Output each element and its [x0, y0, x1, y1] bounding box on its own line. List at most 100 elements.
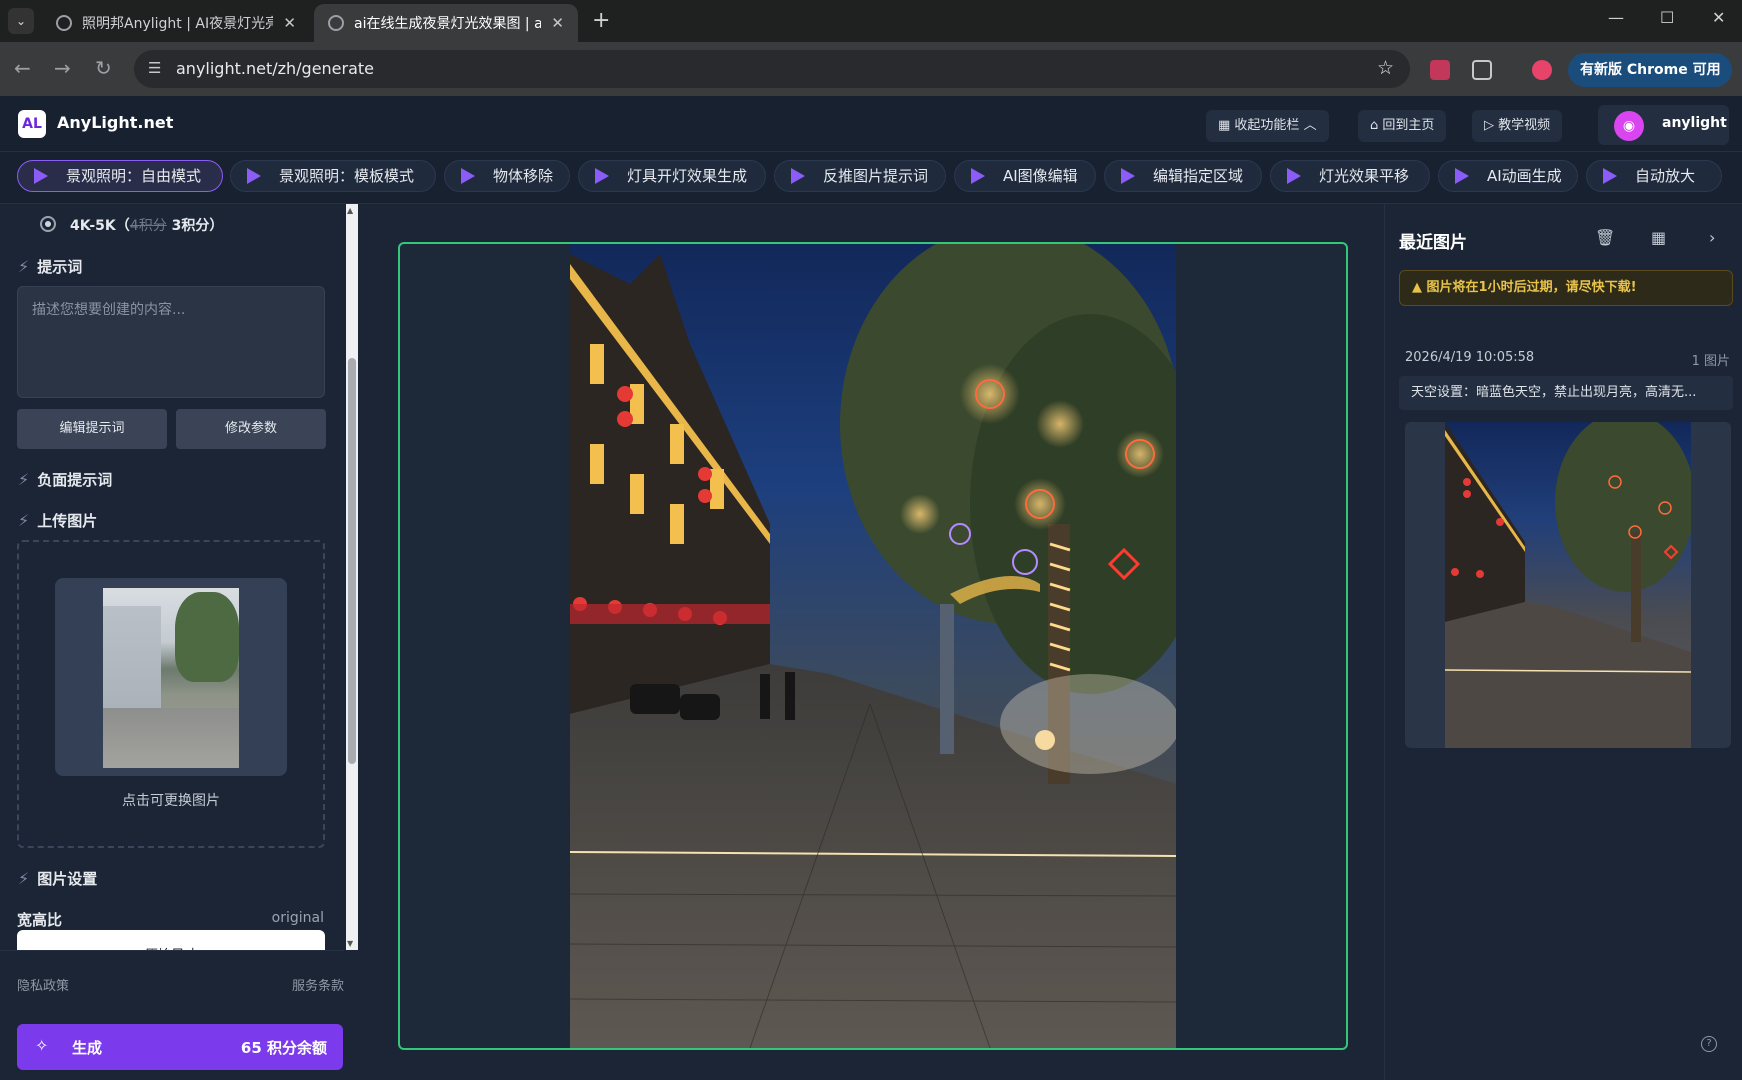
aspect-ratio-label: 宽高比: [17, 911, 63, 929]
play-icon: [791, 168, 805, 184]
tab-title: ai在线生成夜景灯光效果图 | ai: [354, 16, 542, 32]
mode-reverse-prompt[interactable]: 反推图片提示词: [774, 160, 946, 192]
chrome-update-label: 有新版 Chrome 可用: [1580, 62, 1721, 78]
bookmark-star-icon[interactable]: ☆: [1377, 57, 1394, 79]
avatar: ◉: [1614, 111, 1644, 141]
mode-light-shift[interactable]: 灯光效果平移: [1270, 160, 1430, 192]
mode-label: 编辑指定区域: [1153, 167, 1244, 185]
collapse-label: 收起功能栏: [1234, 118, 1300, 133]
sidebar-scroll-area[interactable]: 4K-5K（4积分 3积分） ⚡ 提示词 描述您想要创建的内容... 编辑提示词 …: [0, 204, 344, 950]
close-tab-icon[interactable]: ✕: [283, 14, 296, 32]
trash-icon[interactable]: 🗑: [1595, 228, 1615, 247]
logo-icon[interactable]: AL: [18, 110, 46, 138]
play-icon: [1287, 168, 1301, 184]
reload-icon[interactable]: ↻: [95, 56, 112, 80]
chevron-right-icon[interactable]: ›: [1709, 228, 1715, 247]
prompt-heading: ⚡ 提示词: [18, 256, 82, 277]
browser-tab-1[interactable]: 照明邦Anylight | AI夜景灯光亮 ✕: [42, 4, 310, 42]
negative-prompt-heading[interactable]: ⚡ 负面提示词: [18, 469, 112, 490]
image-upload-area[interactable]: 点击可更换图片: [17, 540, 325, 848]
scroll-down-icon[interactable]: ▼: [347, 939, 353, 948]
app-header: AL AnyLight.net ▦ 收起功能栏 ︿ ⌂ 回到主页 ▷ 教学视频 …: [0, 96, 1742, 152]
help-icon[interactable]: ?: [1701, 1036, 1717, 1052]
history-thumbnail-image: [1445, 422, 1691, 748]
mode-label: 灯具开灯效果生成: [627, 167, 748, 185]
warning-text: 图片将在1小时后过期，请尽快下载!: [1426, 280, 1637, 295]
resolution-option[interactable]: 4K-5K（4积分 3积分）: [70, 215, 223, 235]
mode-ai-edit[interactable]: AI图像编辑: [954, 160, 1096, 192]
user-menu[interactable]: ◉ anylight: [1598, 105, 1729, 145]
globe-icon: [56, 15, 72, 31]
mode-label: 反推图片提示词: [823, 167, 929, 185]
prompt-placeholder: 描述您想要创建的内容...: [32, 302, 186, 318]
upload-caption: 点击可更换图片: [122, 793, 220, 809]
back-icon[interactable]: ←: [14, 56, 31, 80]
extension-icon[interactable]: [1430, 60, 1450, 80]
tab-search-icon[interactable]: ⌄: [8, 8, 34, 34]
photo-road: [103, 708, 239, 768]
close-tab-icon[interactable]: ✕: [551, 14, 564, 32]
upload-title: 上传图片: [37, 512, 98, 530]
tutorial-button[interactable]: ▷ 教学视频: [1472, 110, 1563, 142]
scroll-up-icon[interactable]: ▲: [347, 206, 353, 215]
username: anylight: [1662, 115, 1727, 131]
mode-label: 景观照明：自由模式: [66, 167, 202, 185]
browser-tab-2[interactable]: ai在线生成夜景灯光效果图 | ai ✕: [314, 4, 578, 42]
extensions-puzzle-icon[interactable]: [1472, 60, 1492, 80]
terms-link[interactable]: 服务条款: [292, 975, 344, 994]
site-info-icon[interactable]: ☰: [148, 59, 161, 77]
play-circle-icon: ▷: [1484, 118, 1499, 133]
photo-tree: [175, 592, 239, 682]
warning-icon: ▲: [1412, 280, 1427, 295]
mode-animation[interactable]: AI动画生成: [1438, 160, 1578, 192]
aspect-ratio-select[interactable]: 原始尺寸: [17, 930, 325, 950]
modify-params-button[interactable]: 修改参数: [176, 409, 326, 449]
play-icon: [247, 168, 261, 184]
uploaded-image-thumb[interactable]: [55, 578, 287, 776]
scrollbar-thumb[interactable]: [348, 358, 356, 764]
address-bar: ← → ↻ ☰ anylight.net/zh/generate ☆ 有新版 C…: [0, 42, 1742, 112]
collapse-toolbar-button[interactable]: ▦ 收起功能栏 ︿: [1206, 110, 1329, 142]
chrome-update-button[interactable]: 有新版 Chrome 可用 ⋮: [1568, 53, 1732, 112]
grid-view-icon[interactable]: ▦: [1651, 228, 1666, 247]
mode-lamp-effect[interactable]: 灯具开灯效果生成: [578, 160, 766, 192]
home-icon: ⌂: [1370, 118, 1383, 133]
profile-icon[interactable]: [1532, 60, 1552, 80]
history-thumbnail[interactable]: [1405, 422, 1731, 748]
privacy-link[interactable]: 隐私政策: [17, 975, 69, 994]
mode-upscale[interactable]: 自动放大: [1586, 160, 1722, 192]
generate-button[interactable]: ✧ 生成 65 积分余额: [17, 1024, 343, 1070]
home-button[interactable]: ⌂ 回到主页: [1358, 110, 1447, 142]
history-description[interactable]: 天空设置：暗蓝色天空，禁止出现月亮，高清无...: [1399, 376, 1733, 410]
mode-object-removal[interactable]: 物体移除: [444, 160, 570, 192]
night-street-illustration: [570, 244, 1176, 1048]
minimize-icon[interactable]: —: [1608, 8, 1624, 27]
mode-free[interactable]: 景观照明：自由模式: [17, 160, 223, 192]
resolution-radio[interactable]: [40, 216, 56, 232]
play-icon: [1603, 168, 1617, 184]
url-input[interactable]: ☰ anylight.net/zh/generate ☆: [134, 50, 1410, 88]
thumbnail-scene: [1445, 422, 1691, 748]
brand-name[interactable]: AnyLight.net: [57, 113, 173, 132]
bolt-icon: ⚡: [18, 470, 30, 489]
play-icon: [461, 168, 475, 184]
prompt-input[interactable]: 描述您想要创建的内容...: [17, 286, 325, 398]
browser-tab-bar: ⌄ 照明邦Anylight | AI夜景灯光亮 ✕ ai在线生成夜景灯光效果图 …: [0, 0, 1742, 42]
generated-night-scene-image[interactable]: [570, 244, 1176, 1048]
resolution-label: 4K-5K（: [70, 218, 130, 234]
mode-region-edit[interactable]: 编辑指定区域: [1104, 160, 1262, 192]
close-window-icon[interactable]: ✕: [1712, 8, 1725, 27]
upload-heading: ⚡ 上传图片: [18, 510, 97, 531]
prompt-title: 提示词: [37, 258, 83, 276]
forward-icon[interactable]: →: [54, 56, 71, 80]
new-tab-icon[interactable]: +: [592, 8, 610, 33]
maximize-icon[interactable]: ☐: [1660, 8, 1674, 27]
mode-label: 灯光效果平移: [1319, 167, 1410, 185]
sidebar-scrollbar[interactable]: ▲ ▼: [346, 204, 358, 950]
mode-template[interactable]: 景观照明：模板模式: [230, 160, 436, 192]
sparkle-icon: ✧: [35, 1036, 49, 1055]
grid-icon: ▦: [1218, 118, 1235, 133]
bolt-icon: ⚡: [18, 511, 30, 530]
globe-icon: [328, 15, 344, 31]
edit-prompt-button[interactable]: 编辑提示词: [17, 409, 167, 449]
